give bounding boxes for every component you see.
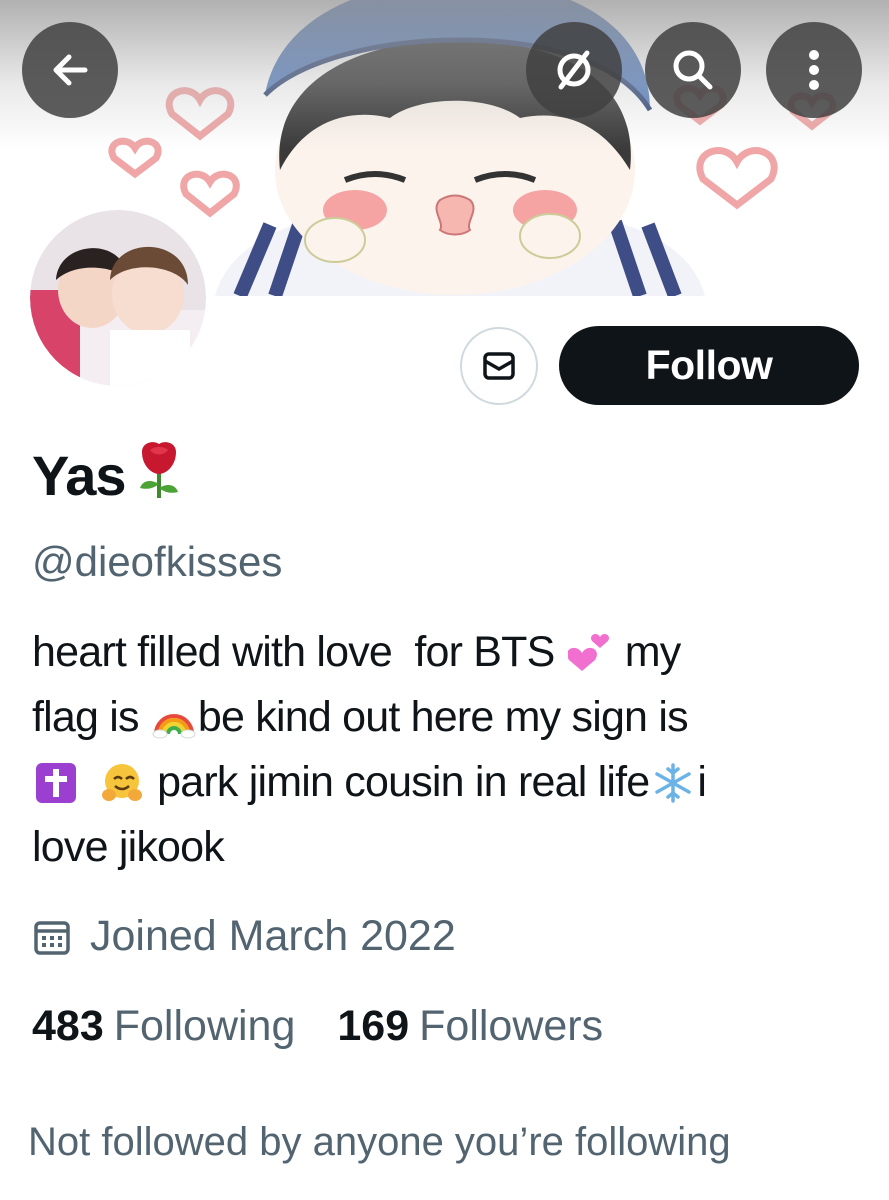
- search-icon: [673, 50, 713, 90]
- joined-date: Joined March 2022: [32, 912, 456, 961]
- message-button[interactable]: [460, 327, 538, 405]
- back-button[interactable]: [22, 22, 118, 118]
- two-hearts-emoji: [567, 633, 609, 671]
- bio-text: be kind out here my sign is: [197, 693, 689, 741]
- rainbow-emoji: [152, 713, 196, 738]
- snowflake-emoji: [655, 762, 692, 803]
- more-vertical-icon: [809, 50, 819, 90]
- rose-emoji: [134, 438, 184, 513]
- bio-line-1: heart filled with love for BTS my: [32, 620, 862, 685]
- hugging-face-emoji: [102, 763, 142, 801]
- more-options-button[interactable]: [766, 22, 862, 118]
- display-name: Yas: [32, 444, 127, 507]
- latin-cross-emoji: [36, 762, 76, 803]
- profile-page: Follow Yas @dieofkisses heart filled wit…: [0, 0, 889, 1200]
- bio-line-3: park jimin cousin in real life i: [32, 750, 862, 815]
- bio-text: i: [697, 758, 707, 806]
- calendar-icon: [34, 920, 70, 955]
- display-name-row: Yas: [32, 438, 184, 513]
- following-label: Following: [113, 1002, 296, 1050]
- followers-label: Followers: [419, 1002, 604, 1050]
- following-link[interactable]: 483 Following: [32, 1002, 295, 1051]
- bio-text: love jikook: [32, 823, 225, 871]
- followers-link[interactable]: 169 Followers: [337, 1002, 603, 1051]
- avatar-photo: [30, 210, 206, 386]
- username-handle: @dieofkisses: [32, 538, 283, 585]
- envelope-icon: [483, 352, 515, 380]
- eye-slash-icon: [557, 50, 591, 90]
- bio-text: flag is: [32, 693, 150, 741]
- bio: heart filled with love for BTS my flag i…: [32, 620, 862, 880]
- not-followed-notice: Not followed by anyone you’re following: [28, 1120, 731, 1164]
- bio-line-2: flag is be kind out here my sign is: [32, 685, 862, 750]
- bio-text: my: [613, 628, 682, 676]
- followers-count: 169: [337, 1002, 410, 1050]
- follow-button[interactable]: Follow: [559, 326, 859, 405]
- search-button[interactable]: [645, 22, 741, 118]
- bio-line-4: love jikook: [32, 815, 862, 880]
- follow-stats: 483 Following 169 Followers: [32, 1002, 603, 1051]
- joined-text: Joined March 2022: [90, 912, 456, 960]
- bio-text: heart filled with love for BTS: [32, 628, 566, 676]
- bio-text: park jimin cousin in real life: [146, 758, 650, 806]
- arrow-left-icon: [53, 54, 88, 86]
- avatar[interactable]: [30, 210, 206, 386]
- following-count: 483: [32, 1002, 104, 1050]
- mute-button[interactable]: [526, 22, 622, 118]
